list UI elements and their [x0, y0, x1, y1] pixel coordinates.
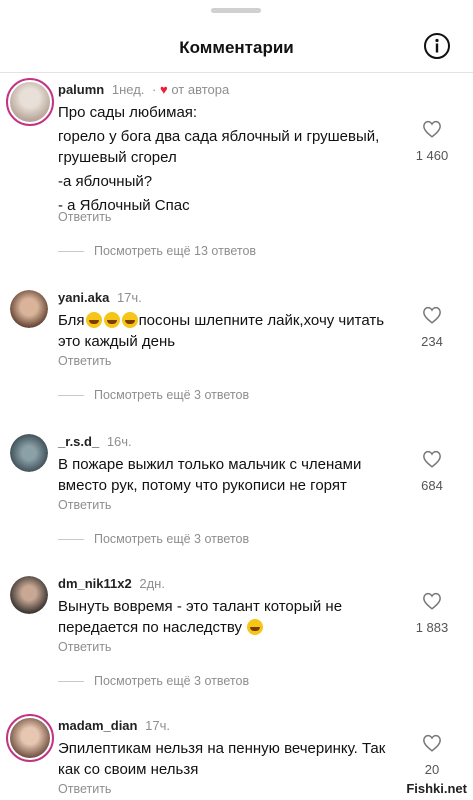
- view-more-replies[interactable]: Посмотреть ещё 3 ответов: [58, 532, 249, 546]
- comment-text: В пожаре выжил только мальчик с членами …: [58, 454, 398, 496]
- avatar[interactable]: [10, 290, 48, 328]
- thread-line: [58, 251, 84, 253]
- comment-meta: madam_dian 17ч.: [58, 718, 170, 733]
- like-count: 20: [424, 762, 440, 777]
- like-button[interactable]: 20: [407, 734, 457, 777]
- watermark: Fishki.net: [406, 781, 467, 796]
- timestamp: 1нед.: [111, 82, 145, 97]
- like-button[interactable]: 1 883: [407, 592, 457, 635]
- view-more-replies[interactable]: Посмотреть ещё 3 ответов: [58, 674, 249, 688]
- avatar[interactable]: [6, 714, 54, 762]
- avatar[interactable]: [10, 576, 48, 614]
- author-tag: · ♥ от автора: [152, 82, 230, 97]
- timestamp: 16ч.: [106, 434, 132, 449]
- comment-meta: _r.s.d_ 16ч.: [58, 434, 132, 449]
- like-count: 1 460: [415, 148, 449, 163]
- like-count: 684: [421, 478, 443, 493]
- avatar[interactable]: [10, 434, 48, 472]
- comment-line: Эпилептикам нельзя на пенную вечеринку. …: [58, 740, 386, 778]
- comment-line: -а яблочный?: [58, 173, 153, 190]
- heart-icon[interactable]: [422, 450, 442, 468]
- like-count: 234: [421, 334, 443, 349]
- thread-line: [58, 539, 84, 541]
- sheet-grabber[interactable]: [211, 8, 261, 13]
- comment-meta: yani.aka 17ч.: [58, 290, 142, 305]
- username[interactable]: yani.aka: [58, 290, 109, 305]
- laughing-emoji-icon: [121, 312, 138, 328]
- view-more-replies-label[interactable]: Посмотреть ещё 13 ответов: [94, 244, 256, 258]
- thread-line: [58, 681, 84, 683]
- username[interactable]: madam_dian: [58, 718, 137, 733]
- laughing-emoji-icon: [103, 312, 120, 328]
- reply-button[interactable]: Ответить: [58, 640, 111, 654]
- heart-icon[interactable]: [422, 120, 442, 138]
- comment-line: Про сады любимая:: [58, 104, 198, 121]
- heart-icon[interactable]: [422, 592, 442, 610]
- comment-line: В пожаре выжил только мальчик с членами …: [58, 456, 362, 494]
- author-note: от автора: [171, 82, 230, 97]
- view-more-replies-label[interactable]: Посмотреть ещё 3 ответов: [94, 532, 249, 546]
- comment-text-part: Вынуть вовремя - это талант который не п…: [58, 598, 343, 636]
- header-divider: [0, 72, 473, 73]
- timestamp: 17ч.: [116, 290, 142, 305]
- comment-meta: palumn 1нед. · ♥ от автора: [58, 82, 229, 97]
- like-button[interactable]: 1 460: [407, 120, 457, 163]
- comment-text-part: Бля: [58, 312, 85, 329]
- timestamp: 17ч.: [145, 718, 170, 733]
- username[interactable]: palumn: [58, 82, 104, 97]
- view-more-replies-label[interactable]: Посмотреть ещё 3 ответов: [94, 674, 249, 688]
- heart-icon[interactable]: [422, 306, 442, 324]
- view-more-replies-label[interactable]: Посмотреть ещё 3 ответов: [94, 388, 249, 402]
- reply-button[interactable]: Ответить: [58, 354, 111, 368]
- reply-button[interactable]: Ответить: [58, 782, 111, 796]
- reply-button[interactable]: Ответить: [58, 498, 111, 512]
- comment-text: Про сады любимая: горело у бога два сада…: [58, 102, 398, 216]
- like-button[interactable]: 234: [407, 306, 457, 349]
- laughing-emoji-icon: [85, 312, 102, 328]
- view-more-replies[interactable]: Посмотреть ещё 13 ответов: [58, 244, 256, 258]
- view-more-replies[interactable]: Посмотреть ещё 3 ответов: [58, 388, 249, 402]
- username[interactable]: dm_nik11x2: [58, 576, 132, 591]
- like-button[interactable]: 684: [407, 450, 457, 493]
- heart-icon[interactable]: [422, 734, 442, 752]
- timestamp: 2дн.: [139, 576, 165, 591]
- comment-text: Вынуть вовремя - это талант который не п…: [58, 596, 398, 638]
- info-icon[interactable]: [423, 32, 451, 60]
- comment-line: горело у бога два сада яблочный и грушев…: [58, 128, 380, 166]
- header: Комментарии: [0, 30, 473, 66]
- comment-text: Эпилептикам нельзя на пенную вечеринку. …: [58, 738, 398, 780]
- comment-text: Бля посоны шлепните лайк,хочу читать это …: [58, 310, 398, 352]
- reply-button[interactable]: Ответить: [58, 210, 111, 224]
- username[interactable]: _r.s.d_: [58, 434, 99, 449]
- avatar[interactable]: [6, 78, 54, 126]
- thread-line: [58, 395, 84, 397]
- heart-filled-icon: ♥: [160, 82, 168, 97]
- comment-meta: dm_nik11x2 2дн.: [58, 576, 165, 591]
- like-count: 1 883: [415, 620, 449, 635]
- page-title: Комментарии: [179, 38, 294, 57]
- laughing-emoji-icon: [247, 619, 264, 635]
